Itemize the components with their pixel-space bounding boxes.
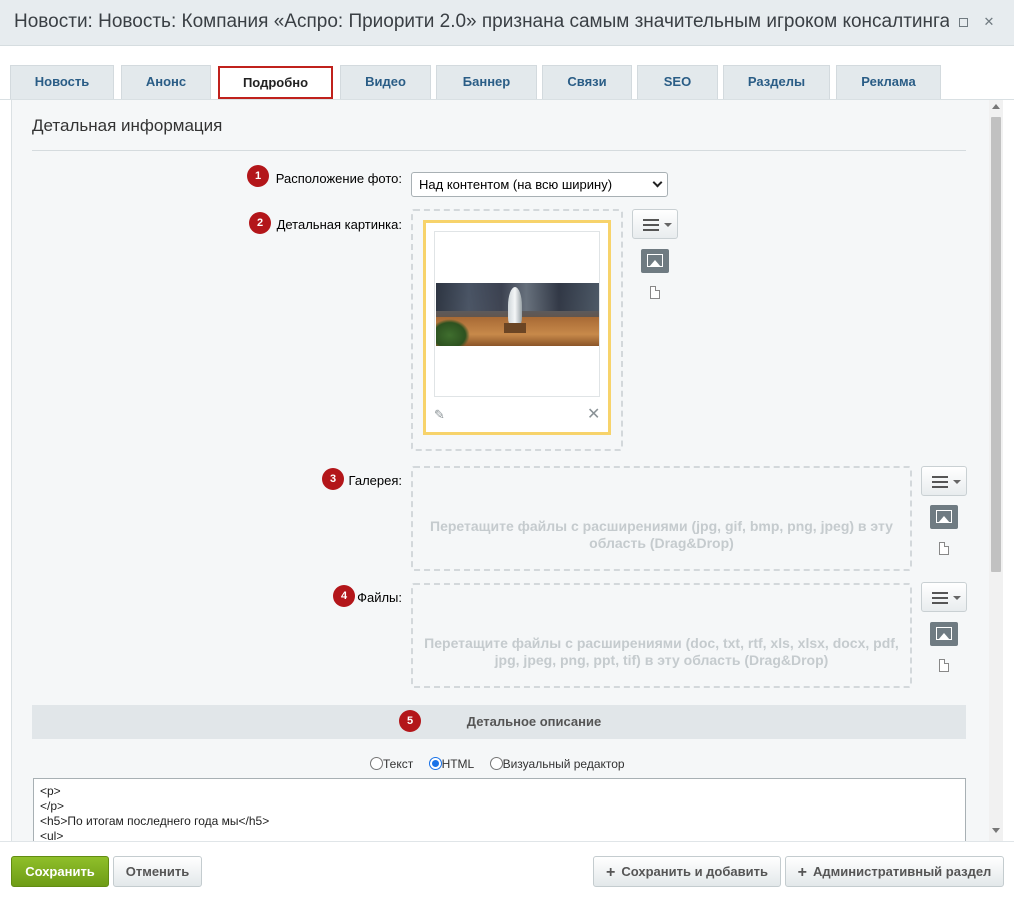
tab-ads[interactable]: Реклама xyxy=(836,65,941,99)
detail-picture-label: Детальная картинка: xyxy=(276,217,402,232)
menu-icon xyxy=(643,219,659,231)
editor-line: <ul> xyxy=(40,829,64,841)
editor-line: <h5>По итогам последнего года мы</h5> xyxy=(40,814,270,828)
detail-description-title: Детальное описание xyxy=(466,714,602,729)
image-icon xyxy=(936,627,952,640)
mode-text-option[interactable]: Текст xyxy=(370,757,413,771)
chevron-down-icon xyxy=(652,177,663,188)
editor-line: <p> xyxy=(40,784,61,798)
caret-down-icon xyxy=(664,223,672,227)
close-icon[interactable]: ✕ xyxy=(980,13,998,31)
close-icon[interactable]: ✕ xyxy=(587,404,600,424)
mode-visual-label: Визуальный редактор xyxy=(502,757,625,771)
thumbnail-frame xyxy=(434,231,600,397)
tab-news[interactable]: Новость xyxy=(10,65,114,99)
plus-icon: + xyxy=(606,864,616,881)
tab-seo[interactable]: SEO xyxy=(637,65,718,99)
maximize-icon[interactable] xyxy=(954,13,972,31)
save-button[interactable]: Сохранить xyxy=(11,856,109,887)
detail-picture-thumbnail[interactable]: ✎ ✕ xyxy=(423,220,611,435)
file-icon[interactable] xyxy=(650,286,660,299)
tab-sections[interactable]: Разделы xyxy=(723,65,830,99)
caret-down-icon xyxy=(953,480,961,484)
tab-video[interactable]: Видео xyxy=(340,65,431,99)
scroll-up-icon[interactable] xyxy=(992,104,1000,109)
gallery-image-upload-button[interactable] xyxy=(930,505,958,529)
photo-position-value: Над контентом (на всю ширину) xyxy=(419,177,613,192)
mode-text-label: Текст xyxy=(383,757,414,771)
section-divider xyxy=(32,150,966,151)
menu-icon xyxy=(932,476,948,488)
radio-visual[interactable] xyxy=(489,757,503,770)
file-icon[interactable] xyxy=(939,659,949,672)
radio-html[interactable] xyxy=(428,757,442,770)
photo-position-label: Расположение фото: xyxy=(275,171,402,186)
gallery-label: Галерея: xyxy=(348,473,402,488)
admin-section-label: Административный раздел xyxy=(813,864,992,879)
files-menu-button[interactable] xyxy=(921,582,967,612)
window-titlebar: Новости: Новость: Компания «Аспро: Приор… xyxy=(0,0,1014,46)
html-editor-textarea[interactable]: <p> </p> <h5>По итогам последнего года мы<… xyxy=(33,778,966,841)
tab-details[interactable]: Подробно xyxy=(218,66,333,99)
mode-html-option[interactable]: HTML xyxy=(428,757,475,771)
tab-announce[interactable]: Анонс xyxy=(121,65,211,99)
cancel-button[interactable]: Отменить xyxy=(113,856,202,887)
tab-bar: Новость Анонс Подробно Видео Баннер Связ… xyxy=(0,46,1014,100)
details-panel: Детальная информация 1 Расположение фото… xyxy=(11,100,989,841)
detail-picture-image xyxy=(436,283,599,346)
image-icon xyxy=(647,254,663,267)
scroll-down-icon[interactable] xyxy=(992,828,1000,833)
gallery-dropzone-text: Перетащите файлы с расширениями (jpg, gi… xyxy=(430,518,893,551)
files-dropzone-text: Перетащите файлы с расширениями (doc, tx… xyxy=(424,635,899,668)
files-image-upload-button[interactable] xyxy=(930,622,958,646)
plus-icon: + xyxy=(797,864,808,881)
file-icon[interactable] xyxy=(939,542,949,555)
image-upload-button[interactable] xyxy=(641,249,669,273)
detail-picture-menu-button[interactable] xyxy=(632,209,678,239)
editor-mode-selector: Текст HTML Визуальный редактор xyxy=(370,757,637,771)
files-label: Файлы: xyxy=(357,590,402,605)
pencil-icon[interactable]: ✎ xyxy=(434,407,445,423)
save-and-add-button[interactable]: + Сохранить и добавить xyxy=(593,856,781,887)
footer-bar: Сохранить Отменить + Сохранить и добавить… xyxy=(0,841,1014,898)
save-and-add-label: Сохранить и добавить xyxy=(621,864,768,879)
menu-icon xyxy=(932,592,948,604)
vertical-scrollbar[interactable] xyxy=(989,100,1003,841)
editor-line: </p> xyxy=(40,799,65,813)
tab-banner[interactable]: Баннер xyxy=(436,65,537,99)
tab-links[interactable]: Связи xyxy=(542,65,632,99)
section-title: Детальная информация xyxy=(32,116,223,135)
caret-down-icon xyxy=(953,596,961,600)
mode-visual-option[interactable]: Визуальный редактор xyxy=(489,757,625,771)
window-title: Новости: Новость: Компания «Аспро: Приор… xyxy=(14,11,949,32)
gallery-dropzone[interactable]: Перетащите файлы с расширениями (jpg, gi… xyxy=(411,466,912,571)
mode-html-label: HTML xyxy=(441,757,475,771)
admin-section-button[interactable]: + Административный раздел xyxy=(785,856,1004,887)
files-dropzone[interactable]: Перетащите файлы с расширениями (doc, tx… xyxy=(411,583,912,688)
photo-position-select[interactable]: Над контентом (на всю ширину) xyxy=(411,172,668,197)
radio-text[interactable] xyxy=(370,757,383,770)
gallery-menu-button[interactable] xyxy=(921,466,967,496)
scrollbar-thumb[interactable] xyxy=(991,117,1001,572)
detail-description-header: 5 Детальное описание xyxy=(32,705,966,739)
image-icon xyxy=(936,510,952,523)
